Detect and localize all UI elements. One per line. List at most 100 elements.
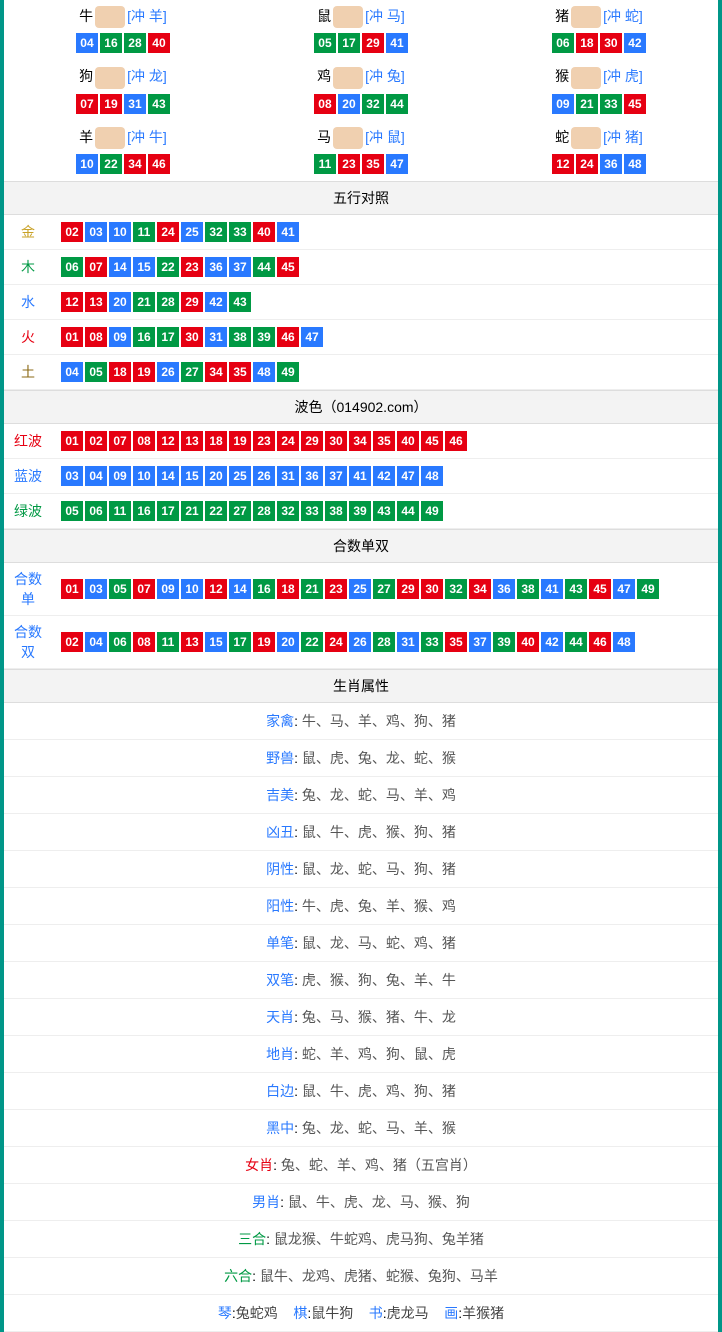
- zodiac-title: 鸡[冲 兔]: [242, 66, 480, 88]
- table-row: 水1213202128294243: [4, 284, 718, 319]
- header-shuxing: 生肖属性: [4, 669, 718, 703]
- attr-label: 双笔: [266, 972, 294, 988]
- attr-label: 单笔: [266, 935, 294, 951]
- ball: 13: [85, 292, 107, 312]
- ball: 45: [421, 431, 443, 451]
- ball: 21: [301, 579, 323, 599]
- ball: 13: [181, 632, 203, 652]
- ball: 31: [277, 466, 299, 486]
- ball: 07: [76, 94, 98, 114]
- ball: 16: [133, 501, 155, 521]
- zodiac-item: 鸡[冲 兔]08203244: [242, 60, 480, 120]
- ball: 15: [205, 632, 227, 652]
- zodiac-title: 鼠[冲 马]: [242, 6, 480, 28]
- ball: 05: [85, 362, 107, 382]
- ball: 03: [85, 222, 107, 242]
- ball: 14: [229, 579, 251, 599]
- ball: 43: [148, 94, 170, 114]
- zodiac-title: 牛[冲 羊]: [4, 6, 242, 28]
- zodiac-icon: [571, 127, 601, 149]
- ball-cell: 0102070812131819232429303435404546: [52, 424, 718, 459]
- ball: 40: [517, 632, 539, 652]
- attr-label: 阴性: [266, 861, 294, 877]
- ball: 18: [576, 33, 598, 53]
- ball: 42: [373, 466, 395, 486]
- ball: 38: [229, 327, 251, 347]
- ball: 37: [325, 466, 347, 486]
- zodiac-chong: [冲 兔]: [365, 68, 405, 84]
- heshu-label: 合数双: [4, 615, 52, 668]
- ball: 06: [85, 501, 107, 521]
- zodiac-chong: [冲 马]: [365, 8, 405, 24]
- ball: 21: [133, 292, 155, 312]
- table-row: 绿波05061116172122272832333839434449: [4, 493, 718, 528]
- ball: 47: [301, 327, 323, 347]
- ball: 37: [229, 257, 251, 277]
- attr-sep: :: [294, 935, 302, 951]
- zodiac-chong: [冲 猪]: [603, 129, 643, 145]
- ball: 19: [229, 431, 251, 451]
- ball: 11: [314, 154, 336, 174]
- ball: 20: [277, 632, 299, 652]
- ball: 46: [148, 154, 170, 174]
- ball: 21: [181, 501, 203, 521]
- zodiac-title: 羊[冲 牛]: [4, 127, 242, 149]
- ball: 22: [301, 632, 323, 652]
- zodiac-name: 牛: [79, 8, 93, 24]
- ball: 22: [205, 501, 227, 521]
- ball: 35: [373, 431, 395, 451]
- ball: 38: [325, 501, 347, 521]
- ball: 28: [253, 501, 275, 521]
- ball: 17: [157, 501, 179, 521]
- ball: 09: [109, 466, 131, 486]
- attr-row: 男肖: 鼠、牛、虎、龙、马、猴、狗: [4, 1184, 718, 1221]
- bose-label: 蓝波: [4, 458, 52, 493]
- ball: 27: [373, 579, 395, 599]
- ball: 36: [301, 466, 323, 486]
- table-row: 土04051819262734354849: [4, 354, 718, 389]
- table-row: 木06071415222336374445: [4, 249, 718, 284]
- attr-label: 野兽: [266, 750, 294, 766]
- zodiac-item: 猪[冲 蛇]06183042: [480, 0, 718, 60]
- ball: 34: [349, 431, 371, 451]
- ball: 20: [205, 466, 227, 486]
- ball: 30: [325, 431, 347, 451]
- zodiac-name: 马: [317, 129, 331, 145]
- table-row: 合数双0204060811131517192022242628313335373…: [4, 615, 718, 668]
- ball: 18: [205, 431, 227, 451]
- ball: 15: [181, 466, 203, 486]
- zodiac-title: 狗[冲 龙]: [4, 66, 242, 88]
- ball: 36: [600, 154, 622, 174]
- zodiac-item: 马[冲 鼠]11233547: [242, 121, 480, 181]
- header-wuxing: 五行对照: [4, 181, 718, 215]
- ball-cell: 02031011242532334041: [52, 215, 718, 250]
- attr-value: 鼠龙猴、牛蛇鸡、虎马狗、兔羊猪: [274, 1231, 484, 1247]
- ball: 30: [181, 327, 203, 347]
- ball: 19: [133, 362, 155, 382]
- spacer: [353, 1305, 369, 1321]
- ball-row: 07193143: [4, 93, 242, 115]
- wuxing-label: 火: [4, 319, 52, 354]
- ball: 44: [386, 94, 408, 114]
- ball-cell: 05061116172122272832333839434449: [52, 493, 718, 528]
- ball: 28: [124, 33, 146, 53]
- attr-sep: :: [266, 1231, 274, 1247]
- ball: 33: [600, 94, 622, 114]
- ball-row: 09213345: [480, 93, 718, 115]
- ball: 47: [397, 466, 419, 486]
- attr-row: 六合: 鼠牛、龙鸡、虎猪、蛇猴、兔狗、马羊: [4, 1258, 718, 1295]
- zodiac-item: 狗[冲 龙] 07193143: [4, 60, 242, 120]
- zodiac-name: 羊: [79, 129, 93, 145]
- ball: 44: [565, 632, 587, 652]
- ball: 40: [397, 431, 419, 451]
- zodiac-item: 鼠[冲 马]05172941: [242, 0, 480, 60]
- ball: 31: [397, 632, 419, 652]
- attr-value: 兔、蛇、羊、鸡、猪（五宫肖）: [281, 1157, 477, 1173]
- ball: 32: [277, 501, 299, 521]
- attr-value: 兔、龙、蛇、马、羊、猴: [302, 1120, 456, 1136]
- ball: 17: [229, 632, 251, 652]
- ball-cell: 06071415222336374445: [52, 249, 718, 284]
- ball: 47: [613, 579, 635, 599]
- ball: 23: [181, 257, 203, 277]
- zodiac-icon: [95, 6, 125, 28]
